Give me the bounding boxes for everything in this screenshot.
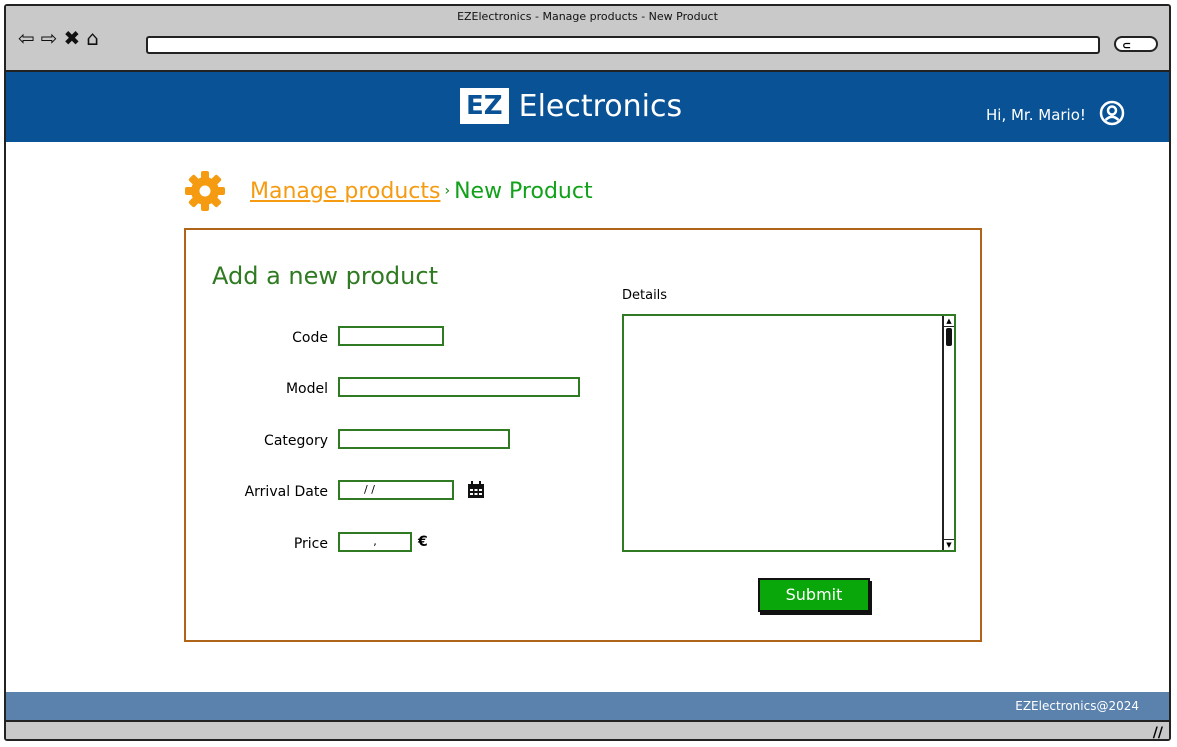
arrival-date-label: Arrival Date <box>244 484 328 500</box>
details-textarea[interactable]: ▲ ▼ <box>622 314 956 552</box>
category-input[interactable] <box>338 429 510 449</box>
footer-copyright: EZElectronics@2024 <box>1015 699 1139 713</box>
model-label: Model <box>285 381 328 397</box>
browser-window: EZElectronics - Manage products - New Pr… <box>4 4 1171 741</box>
home-icon[interactable]: ⌂ <box>86 28 99 48</box>
close-icon[interactable]: ✖ <box>64 28 81 48</box>
address-bar[interactable] <box>146 36 1100 54</box>
breadcrumb-current: New Product <box>454 178 593 204</box>
window-title: EZElectronics - Manage products - New Pr… <box>457 10 718 23</box>
logo[interactable]: EZ Electronics <box>460 88 682 124</box>
back-icon[interactable]: ⇦ <box>18 28 35 48</box>
submit-button[interactable]: Submit <box>758 578 870 612</box>
euro-symbol: € <box>418 534 428 550</box>
gear-icon <box>185 171 225 211</box>
breadcrumb-manage-products[interactable]: Manage products <box>250 179 440 204</box>
form-title: Add a new product <box>212 262 438 290</box>
scroll-down-icon[interactable]: ▼ <box>944 539 954 550</box>
new-product-panel: Add a new product Code Model Category Ar… <box>184 228 982 642</box>
search-icon[interactable]: ⊂ <box>1114 36 1158 52</box>
model-input[interactable] <box>338 377 580 397</box>
category-label: Category <box>264 433 328 449</box>
browser-status-bar: // <box>6 720 1169 739</box>
breadcrumb-separator: › <box>444 183 451 199</box>
scroll-thumb[interactable] <box>946 328 952 346</box>
logo-text: Electronics <box>518 88 683 124</box>
user-greeting: Hi, Mr. Mario! <box>986 106 1086 124</box>
price-label: Price <box>293 536 328 552</box>
calendar-icon[interactable] <box>466 480 486 500</box>
site-footer: EZElectronics@2024 <box>6 692 1169 720</box>
details-scrollbar[interactable]: ▲ ▼ <box>942 316 954 550</box>
user-icon[interactable] <box>1099 100 1125 126</box>
code-input[interactable] <box>338 326 444 346</box>
logo-mark: EZ <box>460 88 509 124</box>
forward-icon[interactable]: ⇨ <box>41 28 58 48</box>
arrival-date-input[interactable]: / / <box>338 480 454 500</box>
site-header: EZ Electronics Hi, Mr. Mario! <box>6 72 1169 142</box>
nav-buttons: ⇦ ⇨ ✖ ⌂ <box>18 28 99 48</box>
breadcrumb: Manage products › New Product <box>184 170 593 212</box>
scroll-up-icon[interactable]: ▲ <box>944 316 954 327</box>
browser-chrome: EZElectronics - Manage products - New Pr… <box>6 6 1169 72</box>
resize-handle-icon[interactable]: // <box>1153 725 1163 739</box>
details-label: Details <box>622 288 668 303</box>
price-input[interactable]: , <box>338 532 412 552</box>
code-label: Code <box>292 330 328 346</box>
